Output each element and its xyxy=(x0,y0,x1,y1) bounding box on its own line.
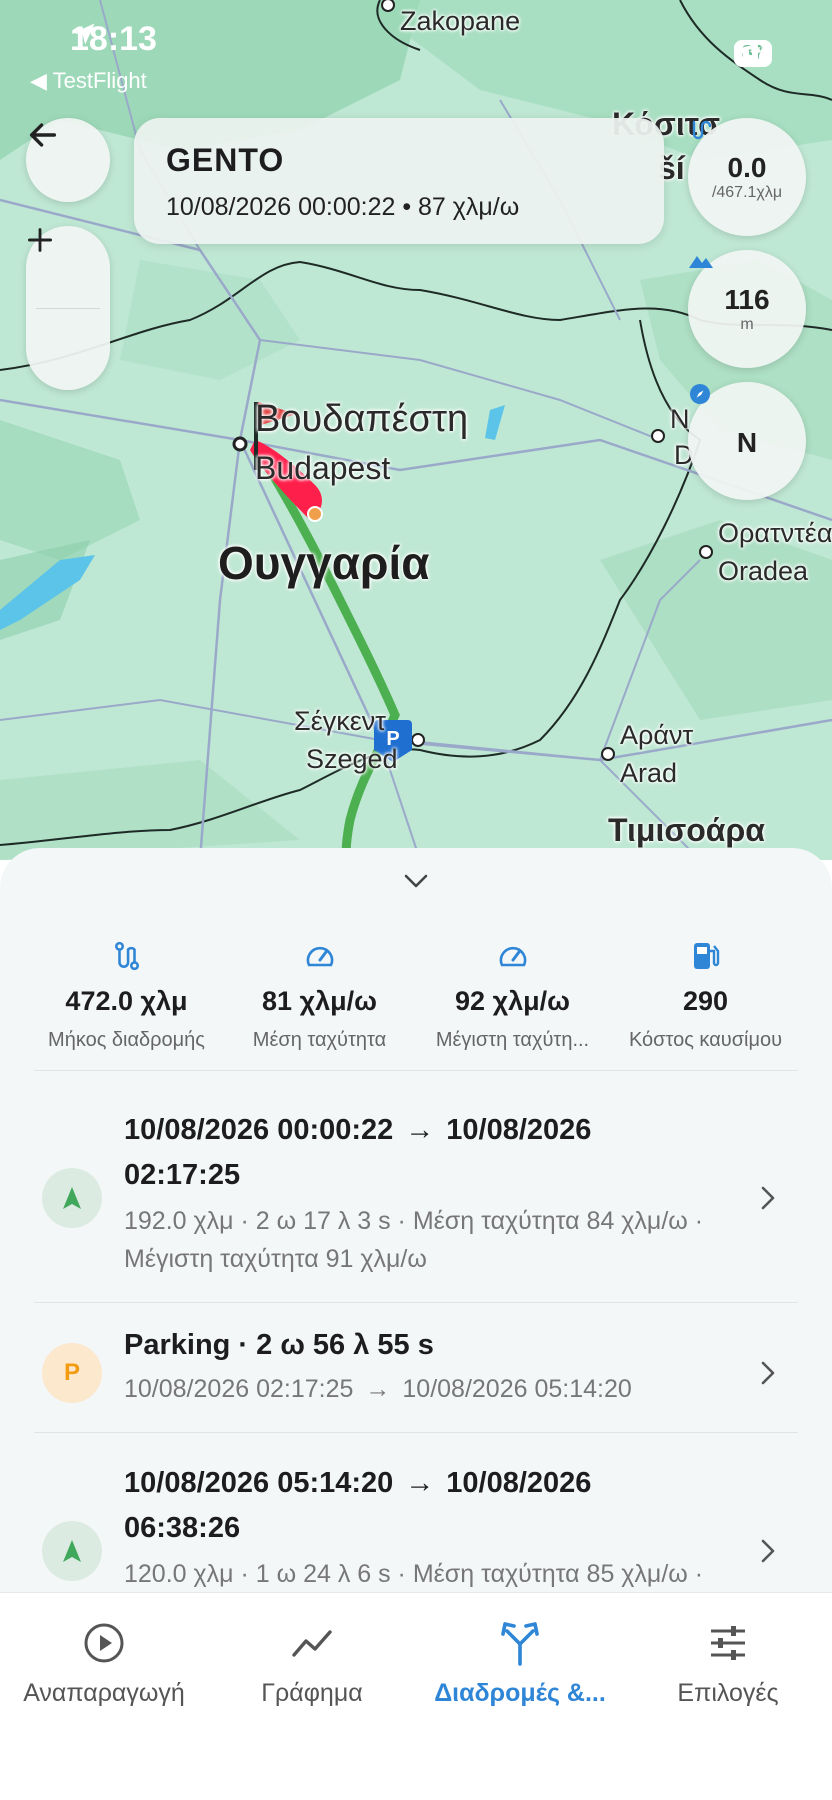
location-arrow-icon xyxy=(73,23,95,45)
fuel-icon xyxy=(693,943,719,969)
map-label-oradea-gr: Ορατντέα xyxy=(718,518,832,548)
mountain-icon xyxy=(689,256,713,268)
tab-chart[interactable]: Γράφημα xyxy=(208,1593,416,1800)
segment-details: 120.0 χλμ · 1 ω 24 λ 6 s · Μέση ταχύτητα… xyxy=(124,1560,704,1588)
compass-icon xyxy=(690,384,710,404)
trip-timestamp-speed: 10/08/2026 00:00:22 • 87 χλμ/ω xyxy=(166,193,520,221)
list-item-drive[interactable]: 10/08/2026 00:00:22 → 10/08/2026 02:17:25 … xyxy=(0,1088,832,1278)
chevron-down-icon xyxy=(404,874,428,888)
tab-bar: Αναπαραγωγή Γράφημα Διαδρομές &... Επιλο… xyxy=(0,1592,832,1800)
speedometer-icon xyxy=(306,946,333,967)
drive-badge xyxy=(42,1168,102,1228)
map-label-zakopane: Zakopane xyxy=(400,6,521,36)
summary-distance: 472.0 χλμ Μήκος διαδρομής xyxy=(30,936,223,1052)
list-item-drive[interactable]: 10/08/2026 05:14:20 → 10/08/2026 06:38:26 … xyxy=(0,1433,832,1592)
map-label-hungary: Ουγγαρία xyxy=(218,537,430,589)
compass-button[interactable]: N xyxy=(688,382,806,500)
chevron-right-icon xyxy=(761,1186,775,1210)
parking-badge: P xyxy=(42,1343,102,1403)
bottom-sheet: 472.0 χλμ Μήκος διαδρομής 81 χλμ/ω Μέση … xyxy=(0,848,832,1592)
tab-options[interactable]: Επιλογές xyxy=(624,1593,832,1800)
zoom-controls xyxy=(26,226,110,390)
zoom-out-button[interactable] xyxy=(26,238,110,391)
status-icons: 87 xyxy=(733,40,772,67)
map-label-budapest-gr: Βουδαπέστη xyxy=(255,398,469,440)
map-label-arad-gr: Αράντ xyxy=(620,720,694,750)
parking-title: Parking · 2 ω 56 λ 55 s xyxy=(124,1329,434,1361)
vehicle-name: GENTO xyxy=(166,142,285,178)
summary-divider xyxy=(34,1070,798,1071)
map-label-timisoara: Τιμισοάρα xyxy=(608,812,765,848)
route-icon xyxy=(692,120,712,140)
map-label-budapest: Budapest xyxy=(255,450,391,486)
chart-line-icon xyxy=(292,1630,332,1657)
tab-playback[interactable]: Αναπαραγωγή xyxy=(0,1593,208,1800)
status-time: 18:13 xyxy=(70,20,157,58)
map-label-oradea: Oradea xyxy=(718,556,809,586)
trip-segments-list: 10/08/2026 00:00:22 → 10/08/2026 02:17:25 … xyxy=(0,1088,832,1592)
play-circle-icon xyxy=(84,1623,124,1663)
segment-details: 192.0 χλμ · 2 ω 17 λ 3 s · Μέση ταχύτητα… xyxy=(124,1207,704,1273)
map-label-szeged-gr: Σέγκεντ xyxy=(294,706,386,736)
list-item-parking[interactable]: P Parking · 2 ω 56 λ 55 s 10/08/2026 02:… xyxy=(0,1303,832,1408)
tab-routes[interactable]: Διαδρομές &... xyxy=(416,1593,624,1800)
altitude-indicator[interactable]: 116 m xyxy=(688,250,806,368)
summary-avg-speed: 81 χλμ/ω Μέση ταχύτητα xyxy=(223,936,416,1052)
map-label-n: N xyxy=(670,404,690,434)
drive-badge xyxy=(42,1521,102,1581)
route-split-icon xyxy=(501,1622,539,1666)
wifi-icon xyxy=(733,40,766,62)
navigation-arrow-icon xyxy=(63,1187,81,1209)
map-view[interactable]: P Zakopane Βουδαπέστη Budapest Ουγγαρία … xyxy=(0,0,832,860)
chevron-right-icon xyxy=(761,1361,775,1385)
sliders-icon xyxy=(711,1626,745,1660)
route-icon xyxy=(114,941,139,971)
status-back-app[interactable]: ◀ TestFlight xyxy=(30,68,147,94)
map-label-arad: Arad xyxy=(620,758,678,788)
trip-info-card: GENTO 10/08/2026 00:00:22 • 87 χλμ/ω xyxy=(134,118,664,244)
speedometer-icon xyxy=(499,946,526,967)
summary-fuel-cost: 290 Κόστος καυσίμου xyxy=(609,936,802,1052)
trip-summary: 472.0 χλμ Μήκος διαδρομής 81 χλμ/ω Μέση … xyxy=(30,936,802,1052)
navigation-arrow-icon xyxy=(63,1540,81,1562)
map-label-szeged: Szeged xyxy=(306,744,398,774)
arrow-left-icon xyxy=(29,123,57,147)
distance-indicator[interactable]: 0.0 /467.1χλμ xyxy=(688,118,806,236)
back-button[interactable] xyxy=(26,118,110,202)
collapse-sheet-button[interactable] xyxy=(400,868,432,897)
chevron-right-icon xyxy=(761,1539,775,1563)
summary-max-speed: 92 χλμ/ω Μέγιστη ταχύτη... xyxy=(416,936,609,1052)
minus-icon xyxy=(28,238,52,242)
